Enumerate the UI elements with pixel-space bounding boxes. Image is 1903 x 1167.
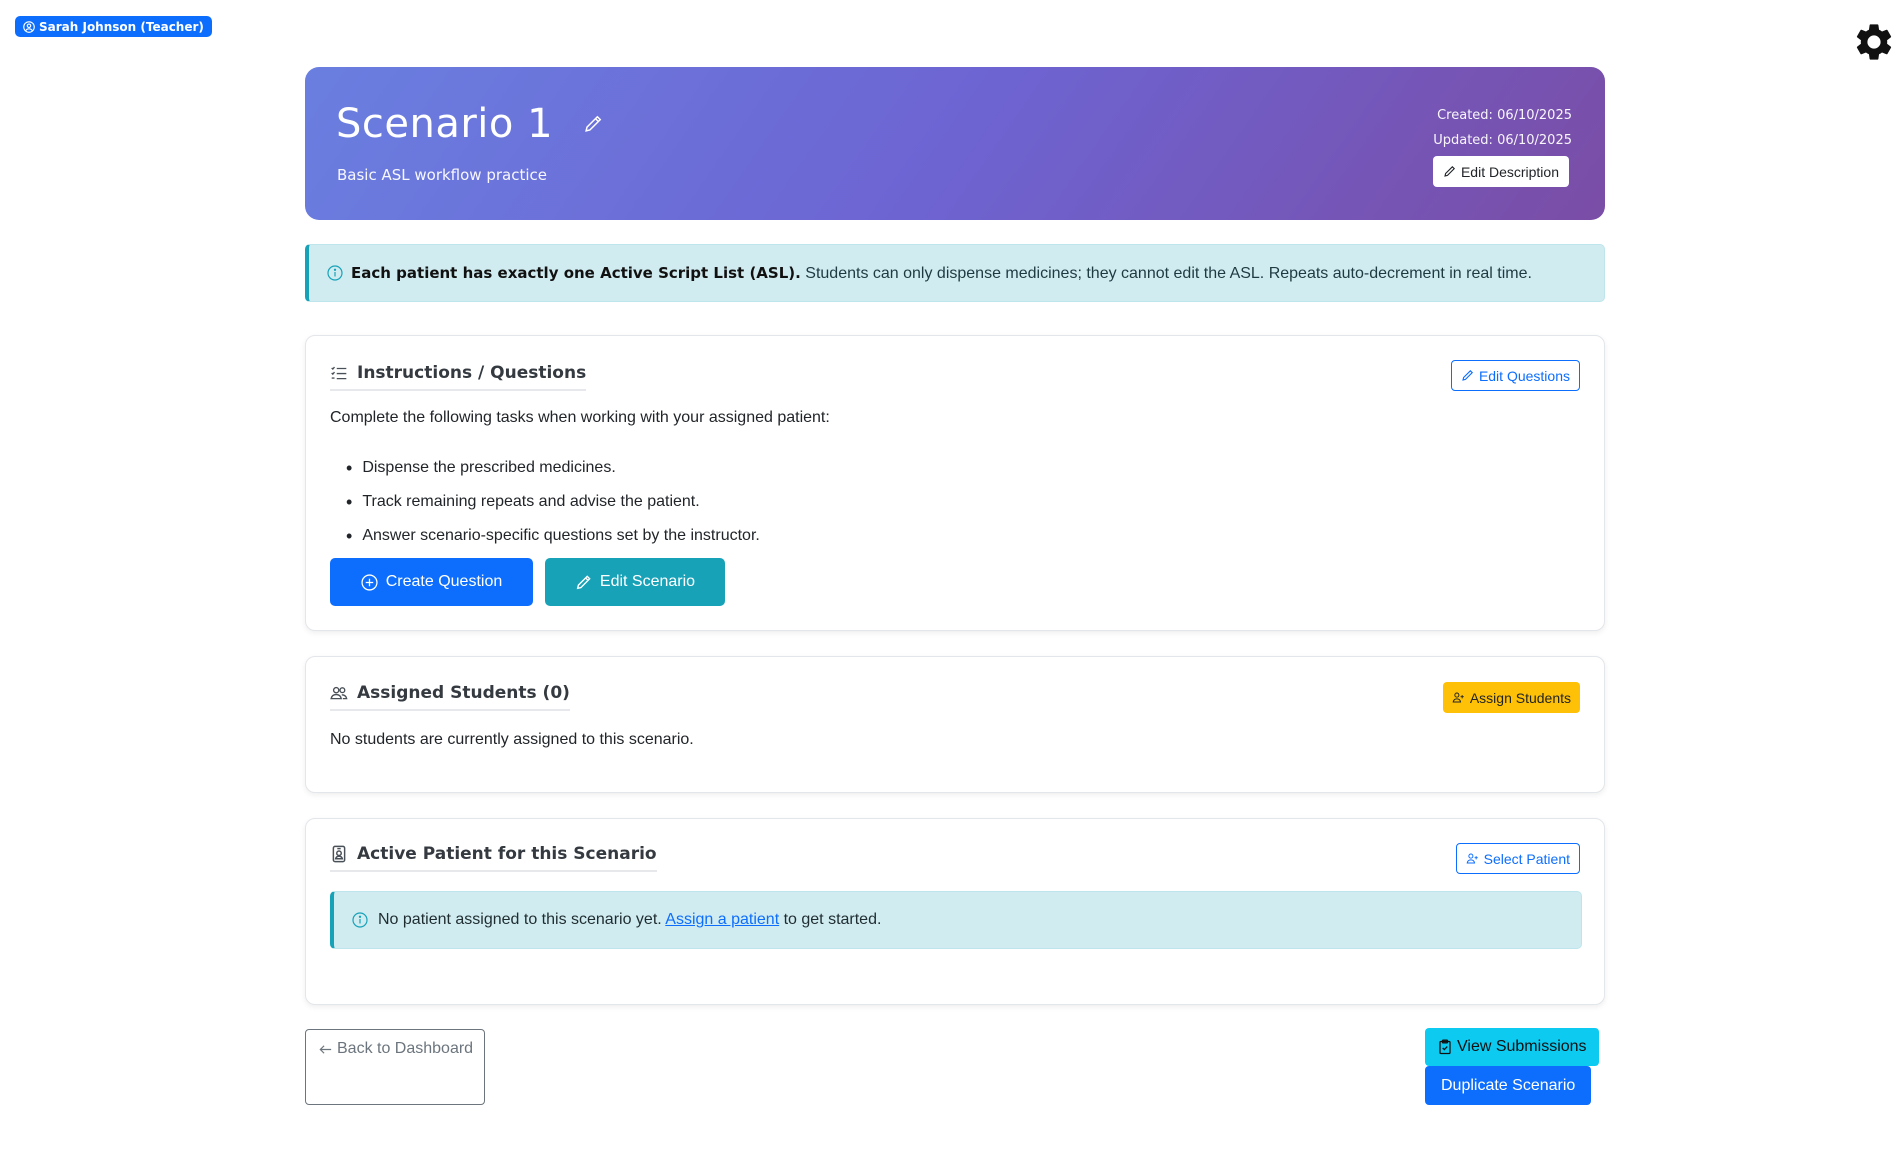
active-patient-title: Active Patient for this Scenario [357,844,657,864]
asl-info-bold: Each patient has exactly one Active Scri… [351,263,801,282]
assign-patient-link[interactable]: Assign a patient [665,911,779,928]
create-question-button[interactable]: Create Question [330,558,533,606]
instructions-title: Instructions / Questions [357,363,587,383]
asl-info-text: Each patient has exactly one Active Scri… [351,264,1532,283]
assigned-students-title: Assigned Students (0) [357,683,570,703]
created-date: Created: 06/10/2025 [1437,108,1572,123]
pencil-icon [1462,369,1473,381]
pencil-icon[interactable] [583,114,603,134]
duplicate-scenario-button[interactable]: Duplicate Scenario [1425,1066,1592,1105]
list-item: Dispense the prescribed medicines. [346,451,760,485]
edit-questions-label: Edit Questions [1478,367,1570,384]
task-list: Dispense the prescribed medicines. Track… [346,451,760,553]
edit-scenario-button[interactable]: Edit Scenario [545,558,725,606]
scenario-title: Scenario 1 [336,101,554,147]
active-patient-card: Active Patient for this Scenario Select … [305,818,1605,1005]
scenario-subtitle: Basic ASL workflow practice [337,166,547,184]
person-badge-icon [332,845,346,863]
asl-info-rest: Students can only dispense medicines; th… [800,264,1532,282]
no-patient-text: No patient assigned to this scenario yet… [378,911,881,929]
page-title: Scenario 1 [336,101,603,147]
plus-circle-icon [361,573,378,591]
select-patient-label: Select Patient [1483,850,1570,867]
edit-scenario-label: Edit Scenario [599,573,696,590]
back-to-dashboard-button[interactable]: Back to Dashboard [305,1029,485,1105]
active-patient-heading: Active Patient for this Scenario [330,844,657,872]
scenario-dates: Created: 06/10/2025 Updated: 06/10/2025 [1433,103,1572,153]
no-patient-text-after: to get started. [779,911,882,928]
view-submissions-button[interactable]: View Submissions [1425,1028,1599,1066]
people-icon [330,686,348,700]
scenario-header: Scenario 1 Basic ASL workflow practice C… [305,67,1605,220]
list-item: Answer scenario-specific questions set b… [346,519,760,553]
edit-description-button[interactable]: Edit Description [1432,156,1569,187]
instructions-heading: Instructions / Questions [330,363,587,391]
user-circle-icon [23,20,35,33]
assign-students-button[interactable]: Assign Students [1442,682,1580,713]
assigned-students-heading: Assigned Students (0) [330,683,570,711]
clipboard-icon [1439,1039,1451,1055]
assign-students-label: Assign Students [1469,689,1571,706]
view-submissions-label: View Submissions [1457,1038,1587,1055]
person-plus-icon [1452,692,1464,703]
info-circle-icon [327,265,343,281]
info-circle-icon [352,912,368,928]
duplicate-scenario-label: Duplicate Scenario [1441,1076,1576,1094]
arrow-left-icon [319,1045,332,1054]
list-item: Track remaining repeats and advise the p… [346,485,760,519]
updated-date: Updated: 06/10/2025 [1433,133,1572,148]
no-patient-text-before: No patient assigned to this scenario yet… [378,911,666,928]
pencil-icon [576,574,591,589]
pencil-icon [1444,165,1455,177]
list-icon [331,366,347,380]
asl-info-alert: Each patient has exactly one Active Scri… [305,244,1605,302]
select-patient-button[interactable]: Select Patient [1455,843,1580,874]
no-students-text: No students are currently assigned to th… [330,731,694,748]
instructions-intro: Complete the following tasks when workin… [330,409,830,426]
user-badge-label: Sarah Johnson (Teacher) [39,19,204,34]
create-question-label: Create Question [385,573,503,590]
gear-icon[interactable] [1852,20,1896,64]
assigned-students-card: Assigned Students (0) Assign Students No… [305,656,1605,793]
user-badge[interactable]: Sarah Johnson (Teacher) [15,16,212,37]
person-plus-icon [1466,853,1478,864]
no-patient-alert: No patient assigned to this scenario yet… [330,891,1582,949]
edit-questions-button[interactable]: Edit Questions [1450,360,1580,391]
back-to-dashboard-label: Back to Dashboard [337,1040,474,1057]
instructions-card: Instructions / Questions Edit Questions … [305,335,1605,631]
edit-description-label: Edit Description [1460,163,1559,180]
